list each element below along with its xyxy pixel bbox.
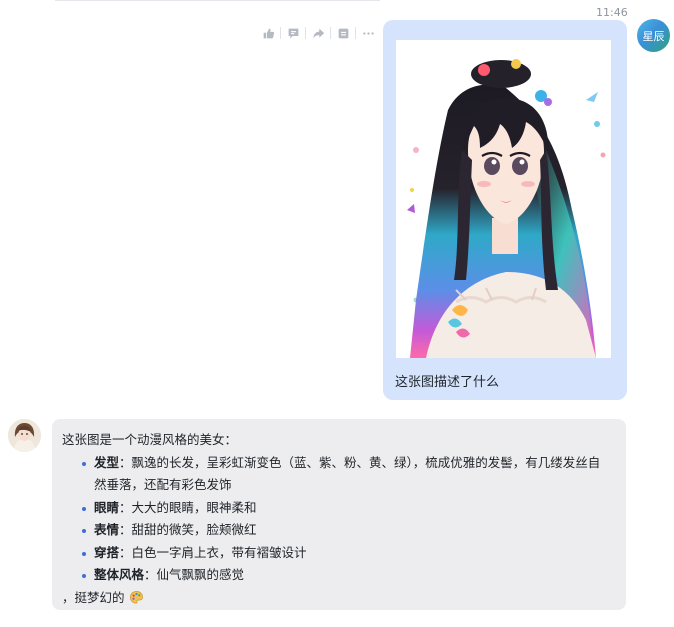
user-message-text: 这张图描述了什么 <box>395 375 500 390</box>
divider-line <box>55 0 380 1</box>
user-avatar[interactable]: 星辰 <box>637 19 670 52</box>
item-label: 整体风格 <box>94 567 145 582</box>
more-button[interactable] <box>356 22 380 44</box>
item-text: 仙气飘飘的感觉 <box>156 567 245 582</box>
item-separator: ： <box>119 454 132 470</box>
comment-icon <box>288 28 298 38</box>
attached-image[interactable] <box>396 40 611 358</box>
item-separator: ： <box>119 499 132 515</box>
bot-avatar-image <box>8 419 41 452</box>
item-label: 表情 <box>94 522 120 537</box>
user-message-bubble: 这张图描述了什么 <box>383 20 627 400</box>
palette-emoji-icon <box>129 590 143 603</box>
item-separator: ： <box>119 544 132 560</box>
share-button[interactable] <box>306 22 330 44</box>
list-item: 眼睛：大大的眼睛，眼神柔和 <box>82 497 610 520</box>
comment-button[interactable] <box>281 22 305 44</box>
anime-girl-illustration <box>396 40 611 358</box>
list-item: 穿搭：白色一字肩上衣，带有褶皱设计 <box>82 542 610 565</box>
more-icon <box>362 31 374 35</box>
description-list: 发型：飘逸的长发，呈彩虹渐变色（蓝、紫、粉、黄、绿），梳成优雅的发髻，有几缕发丝… <box>62 452 610 587</box>
item-text: 飘逸的长发，呈彩虹渐变色（蓝、紫、粉、黄、绿），梳成优雅的发髻，有几缕发丝自然垂… <box>94 454 601 493</box>
copy-button[interactable] <box>331 22 355 44</box>
list-item: 整体风格：仙气飘飘的感觉 <box>82 564 610 587</box>
bot-message-content: 这张图是一个动漫风格的美女： 发型：飘逸的长发，呈彩虹渐变色（蓝、紫、粉、黄、绿… <box>62 429 610 609</box>
list-item: 表情：甜甜的微笑，脸颊微红 <box>82 519 610 542</box>
copy-icon <box>338 28 348 38</box>
user-avatar-label: 星辰 <box>642 29 665 43</box>
bot-avatar[interactable] <box>8 419 41 452</box>
item-separator: ： <box>144 567 157 582</box>
list-item: 发型：飘逸的长发，呈彩虹渐变色（蓝、紫、粉、黄、绿），梳成优雅的发髻，有几缕发丝… <box>82 452 610 497</box>
message-action-bar <box>256 22 380 44</box>
bot-intro-text: 这张图是一个动漫风格的美女： <box>62 432 238 447</box>
share-icon <box>312 28 324 38</box>
item-label: 发型 <box>94 454 120 470</box>
item-label: 眼睛 <box>94 499 120 515</box>
item-text: 白色一字肩上衣，带有褶皱设计 <box>131 544 307 560</box>
thumbs-up-icon <box>263 28 274 38</box>
item-label: 穿搭 <box>94 544 120 560</box>
bot-message-bubble: 这张图是一个动漫风格的美女： 发型：飘逸的长发，呈彩虹渐变色（蓝、紫、粉、黄、绿… <box>52 419 626 610</box>
item-text: 大大的眼睛，眼神柔和 <box>131 499 257 515</box>
message-timestamp: 11:46 <box>596 6 628 19</box>
bot-outro-text: ，挺梦幻的 <box>62 589 125 605</box>
bot-outro: ，挺梦幻的 <box>62 587 610 610</box>
item-separator: ： <box>119 522 132 537</box>
like-button[interactable] <box>256 22 280 44</box>
item-text: 甜甜的微笑，脸颊微红 <box>131 522 257 537</box>
